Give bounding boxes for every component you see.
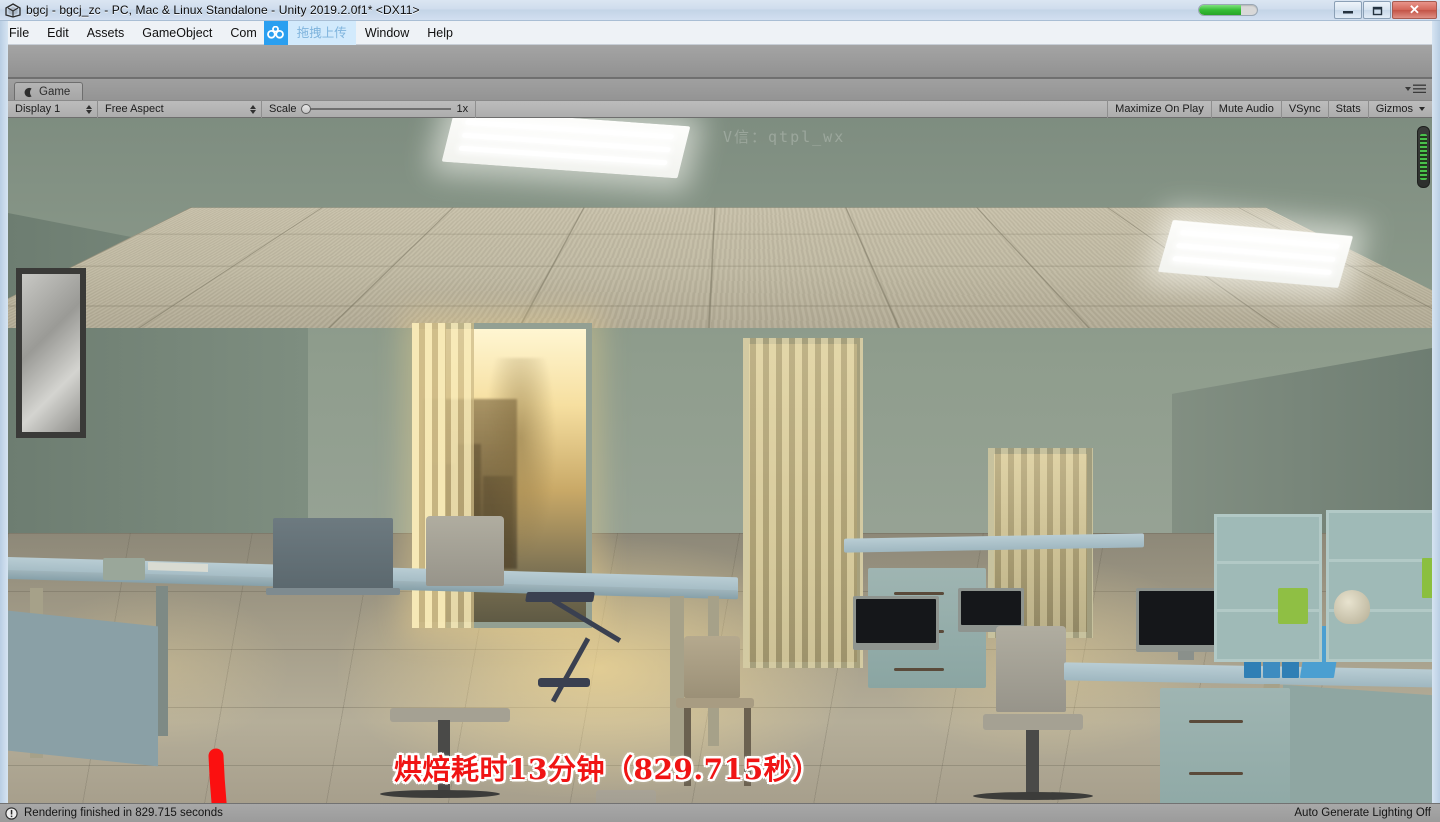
aspect-label: Free Aspect xyxy=(105,103,164,115)
lighting-status: Auto Generate Lighting Off xyxy=(1294,807,1431,819)
lamp-head xyxy=(525,592,595,602)
chevron-down-icon xyxy=(1419,107,1425,111)
menu-item-component[interactable]: Com xyxy=(221,23,265,43)
laptop-base xyxy=(266,588,400,595)
chair-wood-seat xyxy=(676,698,754,708)
progress-fill xyxy=(1199,5,1241,15)
cabinet-right xyxy=(1160,688,1290,803)
netdisk-upload-widget[interactable]: 拖拽上传 xyxy=(263,20,356,45)
vsync-toggle[interactable]: VSync xyxy=(1280,100,1328,118)
window-controls: ✕ xyxy=(1334,1,1437,19)
game-view-scrollbar[interactable] xyxy=(1417,120,1430,801)
chair-left-base xyxy=(380,790,500,798)
menu-item-edit[interactable]: Edit xyxy=(38,23,78,43)
unity-logo-icon xyxy=(5,2,21,18)
window-center-right xyxy=(743,338,863,668)
netdisk-upload-label[interactable]: 拖拽上传 xyxy=(287,20,356,45)
window-border-right xyxy=(1432,21,1440,803)
game-view-scrollbar-thumb[interactable] xyxy=(1417,126,1430,188)
menu-item-assets[interactable]: Assets xyxy=(78,23,134,43)
stats-toggle[interactable]: Stats xyxy=(1327,100,1368,118)
chair-mid-back xyxy=(996,626,1066,712)
warning-icon xyxy=(5,806,18,820)
chair-left-back xyxy=(426,516,504,586)
maximize-button[interactable] xyxy=(1363,1,1391,19)
scale-slider[interactable] xyxy=(300,104,451,114)
aspect-dropdown[interactable]: Free Aspect xyxy=(98,100,262,118)
status-message: Rendering finished in 829.715 seconds xyxy=(24,807,223,819)
scale-value: 1x xyxy=(456,103,469,115)
mute-audio-toggle[interactable]: Mute Audio xyxy=(1210,100,1281,118)
menu-item-help[interactable]: Help xyxy=(418,23,462,43)
title-progress-bar xyxy=(1198,4,1258,16)
desk-tray-left xyxy=(103,558,145,580)
desk-left-leg-c xyxy=(670,596,684,756)
lamp-base xyxy=(538,678,590,687)
game-tab-icon xyxy=(24,87,32,97)
title-bar: bgcj - bgcj_zc - PC, Mac & Linux Standal… xyxy=(0,0,1440,21)
trash-bin xyxy=(596,790,656,803)
game-panel-tab-row: Game xyxy=(8,78,1432,101)
desk-right-panel xyxy=(1283,684,1432,803)
hamburger-icon xyxy=(1413,84,1426,94)
gizmos-toggle[interactable]: Gizmos xyxy=(1367,100,1432,118)
maximize-on-play-toggle[interactable]: Maximize On Play xyxy=(1107,100,1211,118)
close-button[interactable]: ✕ xyxy=(1392,1,1437,19)
monitor-mid-left xyxy=(853,596,939,650)
gizmos-label: Gizmos xyxy=(1375,103,1413,115)
shelf-box-green xyxy=(1278,588,1308,624)
laptop-screen xyxy=(273,518,393,590)
baidu-netdisk-icon[interactable] xyxy=(263,20,288,45)
minimize-button[interactable] xyxy=(1334,1,1362,19)
wall-picture-frame xyxy=(16,268,86,438)
menu-item-window[interactable]: Window xyxy=(356,23,418,43)
tab-game[interactable]: Game xyxy=(14,82,84,101)
chevron-down-icon xyxy=(1405,87,1411,91)
game-view-toggles: Maximize On Play Mute Audio VSync Stats … xyxy=(1107,100,1432,118)
desk-left-panel xyxy=(8,609,158,767)
scale-slider-knob[interactable] xyxy=(300,104,311,114)
chair-mid-base xyxy=(973,792,1093,800)
updown-arrows-icon xyxy=(86,104,92,114)
chair-wood-back xyxy=(684,636,740,698)
shelf-vase xyxy=(1334,590,1370,624)
chair-mid-seat xyxy=(983,714,1083,730)
status-bar[interactable]: Rendering finished in 829.715 seconds Au… xyxy=(0,803,1440,822)
window-title: bgcj - bgcj_zc - PC, Mac & Linux Standal… xyxy=(26,3,420,17)
updown-arrows-icon xyxy=(250,104,256,114)
chair-mid-post xyxy=(1026,730,1039,796)
menu-item-gameobject[interactable]: GameObject xyxy=(133,23,221,43)
display-label: Display 1 xyxy=(15,103,61,115)
unity-editor-window: bgcj - bgcj_zc - PC, Mac & Linux Standal… xyxy=(0,0,1440,822)
scale-label: Scale xyxy=(269,103,297,115)
window-border-left xyxy=(0,21,8,803)
tab-game-label: Game xyxy=(39,86,71,98)
display-dropdown[interactable]: Display 1 xyxy=(8,100,98,118)
panel-options-menu[interactable] xyxy=(1405,84,1426,94)
unity-toolbar: Pivot Global xyxy=(0,45,1440,117)
office-scene: V信：qtpl_wx 烘焙耗时13分钟（829.715秒） xyxy=(8,118,1432,803)
picture-artwork xyxy=(22,274,80,432)
scale-slider-group[interactable]: Scale 1x xyxy=(262,100,477,118)
game-render-view[interactable]: V信：qtpl_wx 烘焙耗时13分钟（829.715秒） xyxy=(8,118,1432,803)
chair-left-seat xyxy=(390,708,510,722)
red-curved-arrow xyxy=(208,748,227,803)
bake-time-annotation: 烘焙耗时13分钟（829.715秒） xyxy=(394,753,821,786)
scrollbar-grip-ribs xyxy=(1420,134,1427,180)
scene-watermark: V信：qtpl_wx xyxy=(723,128,846,146)
game-view-toolbar: Display 1 Free Aspect Scale 1x Maximize … xyxy=(8,100,1432,118)
menu-bar: File Edit Assets GameObject Com 拖拽上传 Win… xyxy=(0,20,1440,45)
window-blinds-center xyxy=(743,338,863,668)
